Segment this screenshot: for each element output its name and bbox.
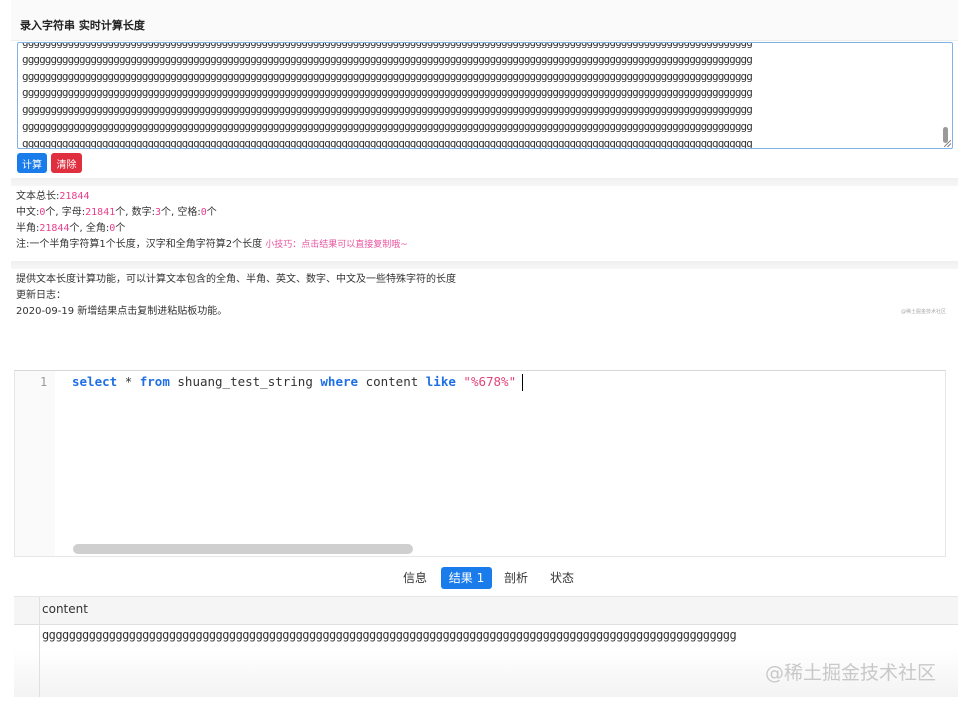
- input-text-line: gggggggggggggggggggggggggggggggggggggggg…: [22, 103, 753, 117]
- input-text-line: gggggggggggggggggggggggggggggggggggggggg…: [22, 52, 753, 66]
- chinese-label: 中文:: [16, 207, 40, 218]
- input-text-line: gggggggggggggggggggggggggggggggggggggggg…: [22, 119, 753, 133]
- resize-grip-icon[interactable]: [944, 140, 951, 147]
- tool-description: 提供文本长度计算功能，可以计算文本包含的全角、半角、英文、数字、中文及一些特殊字…: [16, 274, 456, 285]
- result-summary: 文本总长:21844 中文:0个, 字母:21841个, 数字:3个, 空格:0…: [16, 189, 946, 253]
- tab-result-1[interactable]: 结果 1: [441, 567, 492, 589]
- half-width-label: 半角:: [16, 223, 40, 234]
- panel-header: 录入字符串 实时计算长度: [11, 0, 958, 41]
- total-length-value[interactable]: 21844: [59, 191, 89, 202]
- width-breakdown-row: 半角:21844个, 全角:0个: [16, 221, 946, 237]
- grid-header: content: [14, 597, 958, 625]
- row-gutter: [14, 597, 40, 697]
- spaces-label: 个, 空格:: [161, 207, 201, 218]
- unit-label: 个: [115, 223, 126, 234]
- copy-tip: 小技巧：点击结果可以直接复制哦~: [265, 240, 408, 250]
- letters-count[interactable]: 21841: [85, 207, 115, 218]
- editor-horizontal-scrollbar[interactable]: [73, 544, 413, 554]
- sql-table-name: shuang_test_string: [177, 374, 313, 389]
- section-divider: [11, 178, 958, 186]
- note-row: 注:一个半角字符算1个长度，汉字和全角字符算2个长度 小技巧：点击结果可以直接复…: [16, 237, 946, 253]
- input-text-line: gggggggggggggggggggggggggggggggggggggggg…: [22, 136, 753, 149]
- text-cursor: [522, 374, 524, 391]
- line-gutter: 1: [15, 371, 55, 556]
- result-tabs: 信息 结果 1 剖析 状态: [14, 558, 958, 597]
- tab-profile[interactable]: 剖析: [498, 567, 534, 589]
- string-input-textarea[interactable]: gggggggggggggggggggggggggggggggggggggggg…: [17, 42, 953, 149]
- input-text-line: gggggggggggggggggggggggggggggggggggggggg…: [22, 86, 753, 100]
- clear-button[interactable]: 清除: [51, 153, 82, 173]
- digits-label: 个, 数字:: [115, 207, 155, 218]
- tab-info[interactable]: 信息: [397, 567, 433, 589]
- sql-editor[interactable]: 1 select * from shuang_test_string where…: [14, 370, 946, 557]
- line-number: 1: [40, 375, 48, 389]
- textarea-scrollbar[interactable]: [942, 45, 950, 145]
- half-width-count[interactable]: 21844: [39, 223, 69, 234]
- panel-title: 录入字符串 实时计算长度: [20, 19, 145, 32]
- length-tool-panel: 录入字符串 实时计算长度 ggggggggggggggggggggggggggg…: [11, 0, 958, 327]
- site-watermark: @稀土掘金技术社区: [765, 662, 937, 684]
- full-width-label: 个, 全角:: [69, 223, 110, 234]
- letters-label: 个, 字母:: [45, 207, 86, 218]
- sql-star: *: [124, 374, 133, 389]
- length-note: 注:一个半角字符算1个长度，汉字和全角字符算2个长度: [16, 239, 263, 250]
- small-watermark: @稀土掘金技术社区: [900, 309, 946, 315]
- table-cell[interactable]: gggggggggggggggggggggggggggggggggggggggg…: [42, 628, 952, 642]
- sql-code-line[interactable]: select * from shuang_test_string where c…: [72, 374, 524, 391]
- total-length-row[interactable]: 文本总长:21844: [16, 189, 946, 205]
- sql-keyword: select: [72, 374, 118, 389]
- section-divider: [11, 261, 958, 269]
- input-text-line: gggggggggggggggggggggggggggggggggggggggg…: [22, 42, 753, 49]
- sql-keyword: from: [139, 374, 170, 389]
- total-length-label: 文本总长:: [16, 191, 60, 202]
- unit-label: 个: [206, 207, 217, 218]
- char-breakdown-row: 中文:0个, 字母:21841个, 数字:3个, 空格:0个: [16, 205, 946, 221]
- sql-string-literal: "%678%": [463, 374, 517, 389]
- changelog-title: 更新日志：: [16, 290, 66, 301]
- input-text-line: gggggggggggggggggggggggggggggggggggggggg…: [22, 69, 753, 83]
- changelog-entry: 2020-09-19 新增结果点击复制进粘贴板功能。: [16, 306, 228, 317]
- column-header-content[interactable]: content: [42, 602, 88, 616]
- sql-keyword: where: [320, 374, 359, 389]
- sql-column-name: content: [365, 374, 419, 389]
- tab-status[interactable]: 状态: [544, 567, 580, 589]
- calculate-button[interactable]: 计算: [17, 153, 47, 173]
- sql-keyword: like: [425, 374, 456, 389]
- tool-info: 提供文本长度计算功能，可以计算文本包含的全角、半角、英文、数字、中文及一些特殊字…: [16, 272, 946, 320]
